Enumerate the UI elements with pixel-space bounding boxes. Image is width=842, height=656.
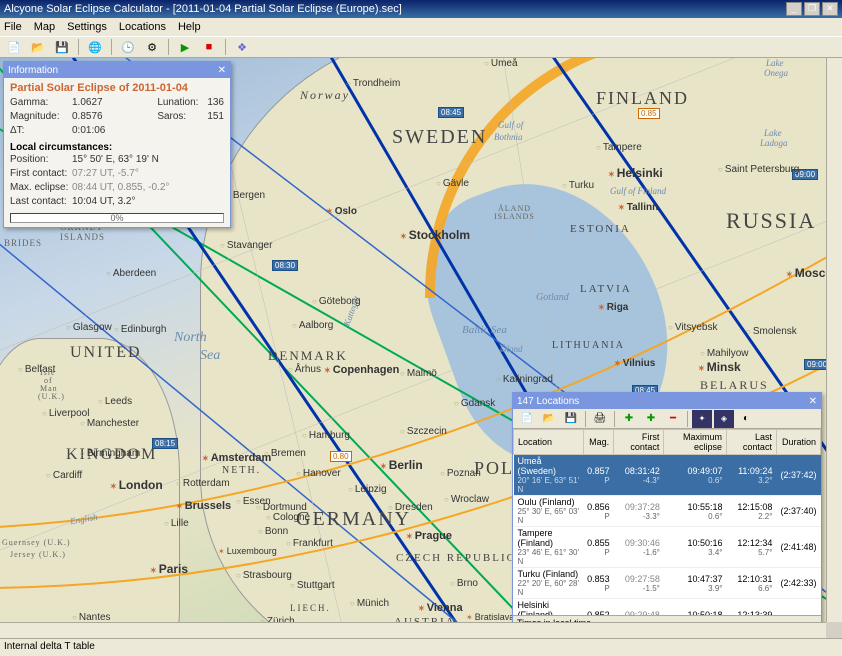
menu-locations[interactable]: Locations <box>119 21 166 33</box>
toolbar: 📄 📂 💾 🌐 🕒 ⚙ ▶ ■ ❖ <box>0 36 842 58</box>
opt3-icon[interactable]: ◐ <box>736 410 756 428</box>
region-label: ISLANDS <box>60 232 105 242</box>
close-icon[interactable]: ✕ <box>218 65 226 76</box>
opt1-icon[interactable]: ✦ <box>692 410 712 428</box>
col-max[interactable]: Maximum eclipse <box>664 430 727 455</box>
city-label: Edinburgh <box>114 324 166 335</box>
menu-help[interactable]: Help <box>178 21 201 33</box>
opt2-icon[interactable]: ◈ <box>714 410 734 428</box>
locations-table: Location Mag. First contact Maximum ecli… <box>513 429 821 615</box>
menu-bar: File Map Settings Locations Help <box>0 18 842 36</box>
table-row[interactable]: Oulu (Finland)25° 30' E, 65° 03' N0.856P… <box>514 496 821 527</box>
add-icon[interactable]: ✚ <box>619 410 639 428</box>
col-dur[interactable]: Duration <box>776 430 820 455</box>
city-label: Glasgow <box>66 322 112 333</box>
col-first[interactable]: First contact <box>614 430 664 455</box>
close-button[interactable]: ✕ <box>822 2 838 16</box>
col-last[interactable]: Last contact <box>726 430 776 455</box>
table-row[interactable]: Helsinki (Finland)24° 56' E, 60° 11' N0.… <box>514 599 821 616</box>
locations-table-scroll[interactable]: Location Mag. First contact Maximum ecli… <box>513 429 821 615</box>
maximize-button[interactable]: ❐ <box>804 2 820 16</box>
minimize-button[interactable]: _ <box>786 2 802 16</box>
add-icon[interactable]: ✚ <box>641 410 661 428</box>
eclipse-heading: Partial Solar Eclipse of 2011-01-04 <box>10 82 224 94</box>
globe-icon[interactable]: 🌐 <box>85 38 105 56</box>
city-label: Aberdeen <box>106 268 156 279</box>
clock-icon[interactable]: 🕒 <box>118 38 138 56</box>
print-icon[interactable]: 🖨 <box>590 410 610 428</box>
gear-icon[interactable]: ⚙ <box>142 38 162 56</box>
open-icon[interactable]: 📂 <box>539 410 559 428</box>
table-row[interactable]: Umeå (Sweden)20° 16' E, 63° 51' N0.857P0… <box>514 455 821 496</box>
new-icon[interactable]: 📄 <box>517 410 537 428</box>
table-row[interactable]: Turku (Finland)22° 20' E, 60° 28' N0.853… <box>514 568 821 599</box>
stop-icon[interactable]: ■ <box>199 38 219 56</box>
new-icon[interactable]: 📄 <box>4 38 24 56</box>
horizontal-scrollbar[interactable] <box>0 622 826 638</box>
region-label: BRIDES <box>4 238 42 248</box>
open-icon[interactable]: 📂 <box>28 38 48 56</box>
title-bar: Alcyone Solar Eclipse Calculator - [2011… <box>0 0 842 18</box>
menu-file[interactable]: File <box>4 21 22 33</box>
close-icon[interactable]: ✕ <box>809 396 817 407</box>
locations-toolbar: 📄 📂 💾 🖨 ✚ ✚ ━ ✦ ◈ ◐ <box>513 409 821 429</box>
save-icon[interactable]: 💾 <box>561 410 581 428</box>
progress-bar: 0% <box>10 213 224 223</box>
col-location[interactable]: Location <box>514 430 584 455</box>
menu-settings[interactable]: Settings <box>67 21 107 33</box>
information-panel: Information ✕ Partial Solar Eclipse of 20… <box>3 61 231 228</box>
locations-panel: 147 Locations ✕ 📄 📂 💾 🖨 ✚ ✚ ━ ✦ ◈ ◐ Locat… <box>512 392 822 622</box>
col-mag[interactable]: Mag. <box>583 430 614 455</box>
info-panel-title: Information <box>8 65 58 76</box>
menu-map[interactable]: Map <box>34 21 55 33</box>
app-title: Alcyone Solar Eclipse Calculator - [2011… <box>4 3 402 15</box>
map-view[interactable]: 08:15 08:30 08:45 08:45 09:00 09:00 0.78… <box>0 58 826 622</box>
vertical-scrollbar[interactable] <box>826 58 842 622</box>
local-heading: Local circumstances: <box>10 142 224 153</box>
locations-status: Times in local time <box>513 615 821 622</box>
remove-icon[interactable]: ━ <box>663 410 683 428</box>
info-icon[interactable]: ❖ <box>232 38 252 56</box>
table-row[interactable]: Tampere (Finland)23° 46' E, 61° 30' N0.8… <box>514 527 821 568</box>
save-icon[interactable]: 💾 <box>52 38 72 56</box>
play-icon[interactable]: ▶ <box>175 38 195 56</box>
status-bar: Internal delta T table <box>0 638 842 656</box>
locations-panel-title: 147 Locations <box>517 396 579 407</box>
